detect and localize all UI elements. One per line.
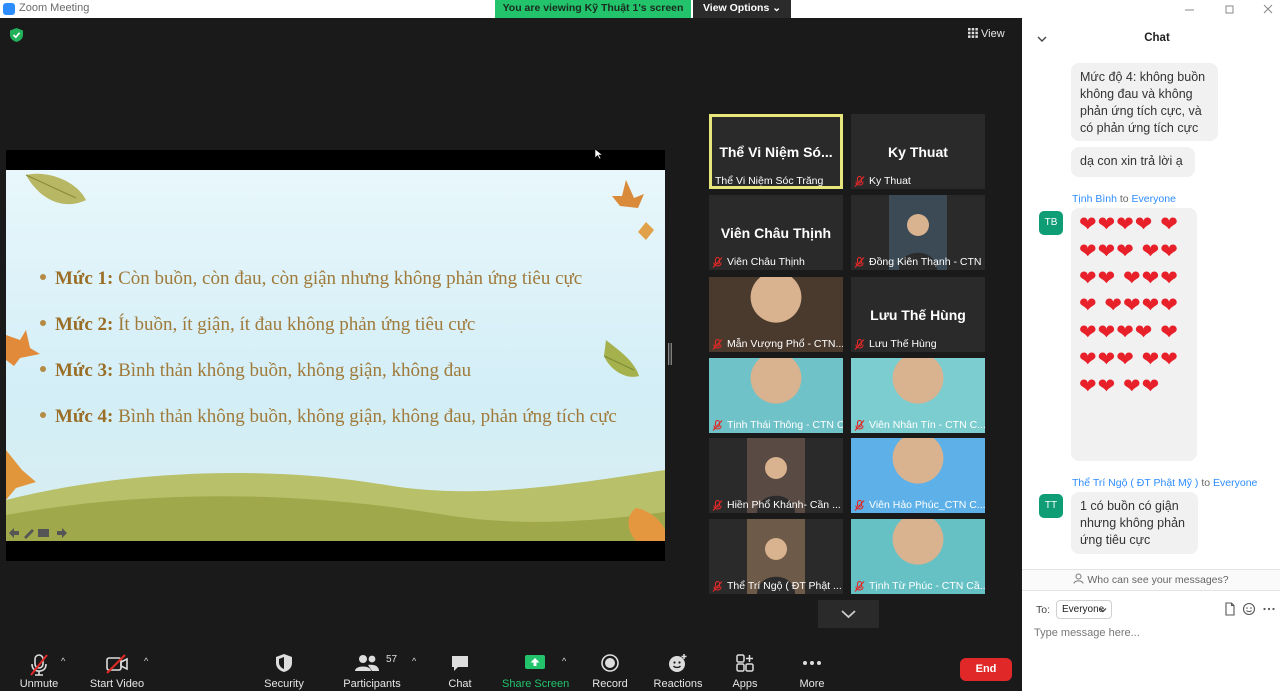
next-slide-icon — [57, 528, 67, 538]
chat-message: 1 có buồn có giận nhưng không phản ứng t… — [1071, 492, 1198, 554]
participant-name-label: Tịnh Từ Phúc - CTN Cầ... — [869, 580, 985, 592]
end-meeting-button[interactable]: End — [960, 658, 1012, 681]
participant-tile[interactable]: Đồng Kiên Thạnh - CTN S... — [851, 195, 985, 270]
participant-tile[interactable]: Ky Thuat Ky Thuat — [851, 114, 985, 189]
participant-count: 57 — [386, 654, 398, 665]
participant-name-label: Ky Thuat — [869, 175, 911, 187]
participant-tile[interactable]: Mẫn Vượng Phổ - CTN... — [709, 277, 843, 352]
participant-display-name: Viên Châu Thịnh — [720, 225, 832, 241]
more-options-icon[interactable] — [1262, 602, 1276, 616]
emoji-icon[interactable] — [1242, 602, 1256, 616]
chat-sender: Thể Trí Ngộ ( ĐT Phật Mỹ ) to Everyone — [1072, 477, 1258, 489]
share-screen-button[interactable]: Share Screen — [502, 650, 569, 690]
video-options-caret[interactable]: ^ — [144, 656, 154, 666]
participant-tile[interactable]: Hiền Phổ Khánh- Cần ... — [709, 438, 843, 513]
chat-message-hearts: ❤❤❤❤ ❤❤❤❤ ❤❤❤❤ ❤❤❤❤ ❤❤❤❤ ❤❤❤❤ ❤❤❤❤ ❤❤❤❤ … — [1071, 208, 1197, 461]
muted-microphone-icon — [30, 654, 48, 676]
participants-options-caret[interactable]: ^ — [412, 656, 422, 666]
slide-bullet: Mức 1: Còn buồn, còn đau, còn giận nhưng… — [40, 268, 582, 290]
view-label: View — [981, 28, 1005, 40]
participant-display-name: Thể Vi Niệm Só... — [719, 144, 833, 160]
file-icon[interactable] — [1223, 602, 1237, 616]
slide-nav-controls[interactable] — [8, 527, 68, 539]
reactions-button[interactable]: Reactions — [652, 650, 704, 690]
chevron-down-icon — [841, 610, 856, 619]
person-icon — [1073, 573, 1084, 584]
participant-tile[interactable]: Thể Vi Niệm Só... Thể Vi Niệm Sóc Trăng — [709, 114, 843, 189]
video-off-icon — [106, 654, 128, 674]
participant-name-label: Mẫn Vượng Phổ - CTN... — [727, 338, 843, 350]
menu-icon — [38, 529, 49, 537]
more-dots-icon — [803, 661, 821, 665]
chat-button[interactable]: Chat — [440, 650, 480, 690]
participant-tile[interactable]: Viên Nhân Tín - CTN C... — [851, 358, 985, 433]
unmute-button[interactable]: Unmute — [10, 650, 68, 690]
participant-name-label: Viên Nhân Tín - CTN C... — [869, 419, 985, 431]
chevron-down-icon — [1099, 608, 1107, 613]
who-can-see-messages-link[interactable]: Who can see your messages? — [1022, 569, 1280, 591]
slide-bullet: Mức 4: Bình thản không buồn, không giận,… — [40, 406, 617, 428]
prev-slide-icon — [9, 528, 19, 538]
security-shield-icon — [276, 654, 292, 672]
chat-bubble-icon — [452, 656, 468, 671]
record-icon — [601, 654, 619, 672]
slide-background-art — [6, 173, 665, 541]
participant-name-label: Hiền Phổ Khánh- Cần ... — [727, 499, 841, 511]
apps-icon — [736, 654, 754, 672]
close-icon — [1263, 4, 1273, 14]
chat-message-input[interactable] — [1034, 624, 1264, 642]
participants-icon — [354, 655, 379, 671]
shared-slide: Mức 1: Còn buồn, còn đau, còn giận nhưng… — [6, 170, 665, 541]
more-button[interactable]: More — [792, 650, 832, 690]
share-options-caret[interactable]: ^ — [562, 656, 572, 666]
view-layout-button[interactable]: View — [968, 24, 1016, 44]
participant-display-name: Lưu Thế Hùng — [870, 307, 966, 323]
participant-name-label: Tịnh Thái Thông - CTN Cầ... — [727, 419, 843, 431]
participant-display-name: Ky Thuat — [888, 144, 948, 160]
participant-tile[interactable]: Viên Hảo Phúc_CTN C... — [851, 438, 985, 513]
participant-name-label: Viên Hảo Phúc_CTN C... — [869, 499, 985, 511]
participant-tile[interactable]: Viên Châu Thịnh Viên Châu Thịnh — [709, 195, 843, 270]
record-button[interactable]: Record — [588, 650, 632, 690]
participant-tile[interactable]: Lưu Thế Hùng Lưu Thế Hùng — [851, 277, 985, 352]
participant-tile[interactable]: Tịnh Từ Phúc - CTN Cầ... — [851, 519, 985, 594]
avatar: TT — [1039, 494, 1063, 518]
participant-name-label: Thể Trí Ngộ ( ĐT Phật ... — [727, 580, 842, 592]
restore-icon — [1225, 5, 1234, 14]
avatar: TB — [1039, 211, 1063, 235]
zoom-logo-icon — [3, 3, 15, 15]
participant-name-label: Viên Châu Thịnh — [727, 256, 805, 268]
start-video-button[interactable]: Start Video — [84, 650, 150, 690]
share-screen-icon — [525, 655, 545, 669]
chat-title: Chat — [1144, 32, 1170, 44]
encryption-shield-icon[interactable] — [10, 28, 23, 42]
mouse-cursor-icon — [595, 149, 603, 159]
participants-button[interactable]: 57 Participants — [340, 650, 404, 690]
view-options-button[interactable]: View Options ⌄ — [693, 0, 791, 18]
pen-icon — [24, 529, 34, 539]
to-label: To: — [1036, 604, 1051, 616]
participant-name-label: Đồng Kiên Thạnh - CTN S... — [869, 256, 985, 268]
chat-message: dạ con xin trả lời ạ — [1071, 147, 1195, 177]
participant-tile[interactable]: Tịnh Thái Thông - CTN Cầ... — [709, 358, 843, 433]
slide-bullet: Mức 2: Ít buồn, ít giận, ít đau không ph… — [40, 314, 475, 336]
gallery-next-page-button[interactable] — [818, 600, 879, 628]
audio-options-caret[interactable]: ^ — [61, 656, 71, 666]
chat-message: Mức độ 4: không buồn không đau và không … — [1071, 63, 1218, 141]
grid-icon — [968, 28, 978, 38]
apps-button[interactable]: Apps — [726, 650, 764, 690]
participant-tile[interactable]: Thể Trí Ngộ ( ĐT Phật ... — [709, 519, 843, 594]
window-controls[interactable] — [1180, 2, 1275, 16]
split-view-handle[interactable] — [668, 343, 672, 365]
window-title: Zoom Meeting — [19, 2, 90, 14]
slide-bullet: Mức 3: Bình thản không buồn, không giận,… — [40, 360, 471, 382]
participant-name-label: Lưu Thế Hùng — [869, 338, 937, 350]
reactions-smiley-icon — [669, 654, 687, 672]
recipient-select[interactable]: Everyone — [1056, 600, 1112, 619]
chat-sender: Tịnh Bình to Everyone — [1072, 193, 1176, 205]
security-button[interactable]: Security — [258, 650, 310, 690]
participant-name-label: Thể Vi Niệm Sóc Trăng — [715, 175, 824, 187]
viewing-screen-banner: You are viewing Kỹ Thuật 1's screen — [495, 0, 691, 18]
